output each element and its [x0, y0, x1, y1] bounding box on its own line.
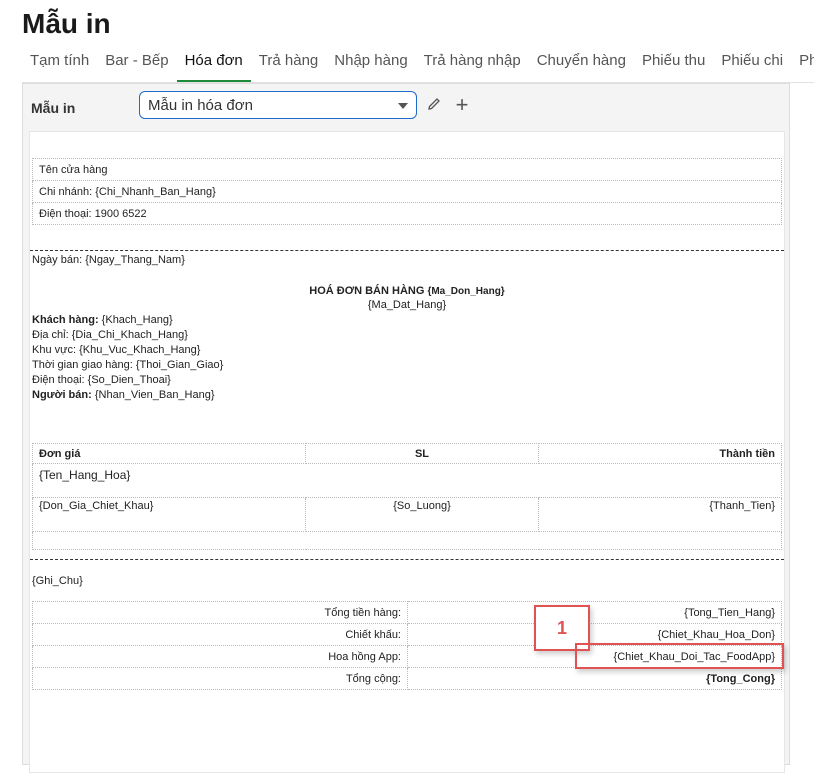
grand-total-value: {Tong_Cong} [407, 667, 782, 690]
store-phone: Điện thoại: 1900 6522 [32, 202, 782, 225]
customer-label: Khách hàng: [32, 314, 99, 326]
store-branch: Chi nhánh: {Chi_Nhanh_Ban_Hang} [32, 180, 782, 203]
customer-address: Địa chỉ: {Dia_Chi_Khach_Hang} [32, 329, 188, 341]
sale-date: Ngày bán: {Ngay_Thang_Nam} [32, 254, 185, 266]
chevron-down-icon [398, 103, 408, 109]
plus-icon[interactable]: + [453, 94, 471, 116]
store-info-table: Tên cửa hàng Chi nhánh: {Chi_Nhanh_Ban_H… [32, 158, 782, 225]
app-commission-label: Hoa hồng App: [32, 645, 408, 668]
tab-phieu-more[interactable]: Phiế [791, 48, 814, 80]
template-select-value: Mẫu in hóa đơn [148, 97, 253, 114]
customer-phone: Điện thoại: {So_Dien_Thoai} [32, 374, 171, 386]
header-unit-price: Đơn giá [32, 443, 306, 464]
customer-area: Khu vực: {Khu_Vuc_Khach_Hang} [32, 344, 201, 356]
customer-line: Khách hàng: {Khach_Hang} [32, 314, 173, 326]
store-name: Tên cửa hàng [32, 158, 782, 181]
tab-tam-tinh[interactable]: Tạm tính [22, 48, 97, 80]
seller-line: Người bán: {Nhan_Vien_Ban_Hang} [32, 389, 215, 401]
items-table: Đơn giá SL Thành tiền {Ten_Hang_Hoa} {Do… [32, 443, 782, 550]
seller-value: {Nhan_Vien_Ban_Hang} [91, 389, 215, 401]
tab-phieu-chi[interactable]: Phiếu chi [713, 48, 791, 80]
tab-phieu-thu[interactable]: Phiếu thu [634, 48, 713, 80]
amount-cell: {Thanh_Tien} [538, 497, 782, 532]
items-empty-row [32, 531, 782, 550]
booking-code: {Ma_Dat_Hang} [367, 299, 447, 311]
tab-bar-bep[interactable]: Bar - Bếp [97, 48, 176, 80]
page-title: Mẫu in [22, 8, 111, 39]
seller-label: Người bán: [32, 389, 92, 401]
grand-total-label: Tổng cộng: [32, 667, 408, 690]
discount-label: Chiết khấu: [32, 623, 408, 646]
tab-chuyen-hang[interactable]: Chuyển hàng [529, 48, 634, 80]
template-label: Mẫu in [31, 100, 76, 116]
quantity-cell: {So_Luong} [305, 497, 539, 532]
invoice-heading: HOÁ ĐƠN BÁN HÀNG {Ma_Don_Hang} [30, 285, 784, 297]
delivery-time: Thời gian giao hàng: {Thoi_Gian_Giao} [32, 359, 224, 371]
tab-tra-hang-nhap[interactable]: Trả hàng nhập [416, 48, 529, 80]
invoice-title: HOÁ ĐƠN BÁN HÀNG [309, 285, 425, 297]
unit-price-cell: {Don_Gia_Chiet_Khau} [32, 497, 306, 532]
pencil-icon[interactable] [425, 96, 443, 114]
note: {Ghi_Chu} [32, 575, 83, 587]
order-code: {Ma_Don_Hang} [427, 286, 505, 297]
print-preview: Tên cửa hàng Chi nhánh: {Chi_Nhanh_Ban_H… [29, 131, 785, 773]
customer-value: {Khach_Hang} [98, 314, 173, 326]
tab-nhap-hang[interactable]: Nhập hàng [326, 48, 415, 80]
divider [30, 559, 784, 560]
tab-bar: Tạm tính Bar - Bếp Hóa đơn Trả hàng Nhập… [22, 48, 814, 83]
product-name: {Ten_Hang_Hoa} [32, 463, 782, 498]
template-select[interactable]: Mẫu in hóa đơn [139, 91, 417, 119]
total-goods-value: {Tong_Tien_Hang} [407, 601, 782, 624]
header-quantity: SL [305, 443, 539, 464]
tab-tra-hang[interactable]: Trả hàng [251, 48, 326, 80]
header-amount: Thành tiền [538, 443, 782, 464]
callout-highlight-box [575, 643, 784, 669]
divider [30, 250, 784, 251]
total-goods-label: Tổng tiền hàng: [32, 601, 408, 624]
tab-hoa-don[interactable]: Hóa đơn [176, 48, 251, 83]
